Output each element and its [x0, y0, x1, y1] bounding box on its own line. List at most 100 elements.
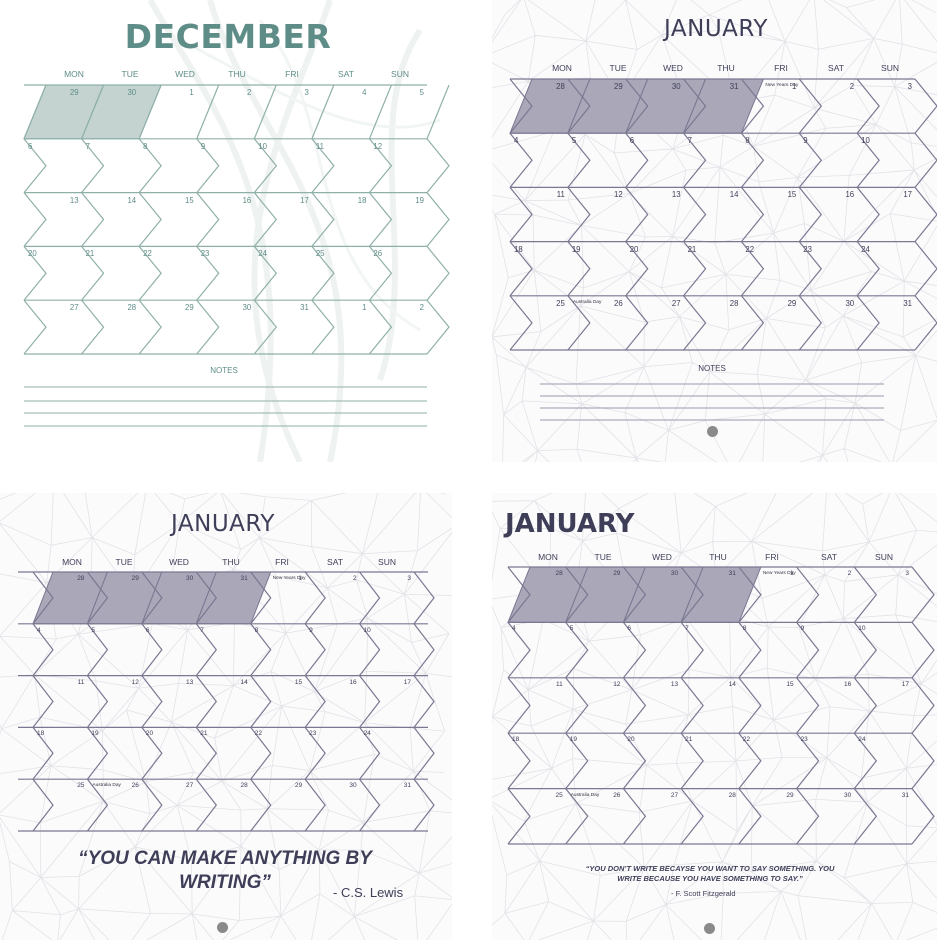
day-number: 14 — [240, 678, 248, 686]
day-number: 8 — [742, 625, 747, 633]
day-number: 27 — [186, 782, 194, 790]
day-number: 13 — [186, 678, 194, 686]
chevron-column-line — [195, 623, 218, 676]
day-number: 2 — [352, 575, 357, 582]
day-number: 12 — [131, 678, 139, 686]
day-number: 12 — [373, 141, 383, 151]
chevron-column-line — [368, 192, 393, 247]
day-number: 8 — [254, 626, 259, 634]
chevron-column-line — [911, 566, 935, 623]
day-number: 2 — [419, 303, 424, 313]
chevron-column-line — [509, 187, 533, 242]
day-number: 14 — [729, 190, 739, 200]
day-number: 11 — [315, 141, 324, 151]
binding-hole-dot — [707, 426, 718, 437]
day-number: 28 — [77, 575, 85, 582]
day-number: 25 — [556, 298, 565, 308]
chevron-column-line — [856, 78, 880, 134]
day-number: 9 — [200, 141, 206, 151]
chevron-column-line — [683, 295, 707, 351]
chevron-column-line — [141, 623, 163, 676]
chevron-column-line — [368, 84, 392, 140]
chevron-column-line — [253, 84, 277, 140]
day-number: 9 — [803, 136, 808, 146]
day-number: 23 — [309, 730, 317, 738]
day-number: 6 — [28, 141, 33, 151]
chevron-column-line — [413, 778, 435, 832]
holiday-label: New Years Day — [762, 571, 796, 576]
day-number: 30 — [242, 303, 252, 313]
day-number: 11 — [556, 190, 565, 200]
day-number: 29 — [787, 298, 797, 308]
calendar-page-january-notes: JANUARY MON TUE WED THU FRI SAT SUN 28 29… — [492, 0, 937, 462]
chevron-column-line — [911, 788, 935, 845]
chevron-column-line — [507, 677, 531, 734]
day-number: 6 — [627, 625, 632, 633]
day-number: 7 — [687, 136, 692, 146]
day-number: 22 — [745, 244, 755, 254]
day-number: 20 — [627, 736, 635, 744]
chevron-column-line — [304, 571, 326, 625]
quote-author: - F. Scott Fitzgerald — [671, 889, 736, 898]
day-number: 4 — [37, 626, 41, 634]
chevron-column-line — [304, 623, 326, 676]
chevron-column-line — [740, 295, 765, 351]
day-number: 18 — [37, 730, 45, 738]
day-number: 13 — [69, 195, 79, 205]
chevron-column-line — [359, 778, 381, 832]
day-number: 5 — [571, 136, 577, 146]
day-number: 30 — [186, 575, 194, 582]
day-number: 24 — [258, 249, 267, 259]
day-number: 14 — [127, 195, 137, 205]
chevron-column-line — [625, 187, 649, 242]
day-number: 25 — [555, 791, 563, 799]
day-number: 29 — [185, 303, 194, 313]
day-number: 28 — [556, 82, 565, 91]
chevron-column-line — [796, 788, 820, 845]
quote-author: - C.S. Lewis — [333, 885, 404, 900]
day-number: 10 — [258, 141, 267, 151]
chevron-column-line — [138, 192, 162, 247]
day-number: 16 — [349, 678, 357, 686]
holiday-label: New Years Day — [765, 83, 799, 88]
day-number: 15 — [786, 680, 794, 688]
chevron-column-line — [911, 677, 935, 734]
day-number: 12 — [613, 680, 621, 688]
day-number: 4 — [514, 136, 519, 146]
day-number: 26 — [613, 791, 621, 799]
day-number: 19 — [569, 736, 577, 744]
day-number: 31 — [729, 82, 739, 91]
chevron-column-line — [311, 192, 335, 247]
day-number: 7 — [200, 626, 204, 634]
day-number: 24 — [861, 244, 870, 254]
calendar-grid — [23, 84, 450, 355]
day-number: 24 — [363, 730, 371, 738]
holiday-label: Australia Day — [92, 783, 121, 789]
chevron-column-line — [798, 187, 823, 242]
day-number: 29 — [294, 782, 303, 790]
chevron-column-line — [86, 623, 109, 676]
day-number: 5 — [91, 626, 96, 634]
chevron-column-line — [622, 788, 647, 845]
chevron-column-line — [413, 675, 435, 728]
day-number: 18 — [514, 244, 523, 254]
day-number: 3 — [907, 82, 912, 91]
chevron-column-line — [196, 192, 220, 247]
binding-hole-dot — [704, 923, 715, 934]
chevron-column-line — [81, 299, 105, 355]
binding-hole-dot — [217, 922, 228, 933]
chevron-column-line — [141, 675, 163, 728]
calendar-page-january-quote-fitzgerald: JANUARY MON TUE WED THU FRI SAT SUN 28 29… — [492, 493, 937, 940]
chevron-column-line — [798, 78, 823, 134]
chevron-column-line — [368, 299, 393, 355]
day-number: 24 — [858, 736, 866, 744]
day-number: 26 — [373, 249, 383, 259]
day-number: 6 — [145, 626, 150, 634]
chevron-column-line — [683, 187, 707, 242]
day-number: 15 — [294, 678, 303, 686]
chevron-column-line — [796, 566, 820, 623]
day-number: 26 — [614, 298, 623, 308]
holiday-label: Australia Day — [572, 299, 602, 305]
day-number: 28 — [729, 298, 739, 308]
chevron-column-line — [304, 675, 326, 728]
